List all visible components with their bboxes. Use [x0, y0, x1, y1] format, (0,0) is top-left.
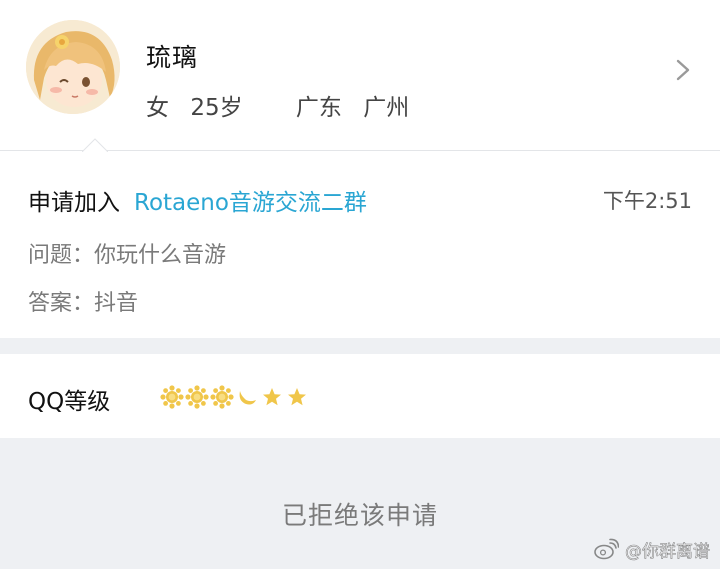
applicant-profile-card[interactable]: 琉璃 女 25岁 广东 广州	[0, 0, 720, 150]
sun-icon	[210, 385, 234, 409]
request-line: 申请加入 Rotaeno音游交流二群	[28, 183, 367, 217]
applicant-gender: 女	[146, 95, 169, 121]
speech-pointer	[82, 138, 108, 152]
star-icon	[285, 385, 309, 409]
request-answer: 答案：抖音	[28, 291, 139, 316]
applicant-nickname: 琉璃	[146, 43, 199, 72]
star-icon	[260, 385, 284, 409]
applicant-age: 25岁	[190, 95, 243, 121]
watermark-text: @你群离谱	[625, 541, 711, 562]
chevron-right-icon[interactable]	[672, 56, 694, 84]
group-name-link[interactable]: Rotaeno音游交流二群	[134, 190, 367, 216]
request-time: 下午2:51	[602, 189, 692, 213]
qq-level-label: QQ等级	[28, 389, 111, 415]
weibo-watermark: @你群离谱	[593, 537, 711, 562]
sun-icon	[160, 385, 184, 409]
qq-level-row: QQ等级	[0, 354, 720, 438]
weibo-icon	[593, 538, 619, 560]
moon-icon	[235, 385, 259, 409]
join-request-card: 申请加入 Rotaeno音游交流二群 下午2:51 问题：你玩什么音游 答案：抖音	[0, 138, 720, 338]
request-status: 已拒绝该申请	[281, 501, 438, 530]
request-question: 问题：你玩什么音游	[28, 243, 227, 268]
applicant-meta: 女 25岁 广东 广州	[146, 88, 409, 122]
request-prefix: 申请加入	[28, 190, 120, 216]
avatar[interactable]	[26, 20, 120, 114]
sun-icon	[185, 385, 209, 409]
applicant-province: 广东	[295, 95, 342, 121]
qq-level-badges	[160, 384, 309, 410]
join-request-screen: 琉璃 女 25岁 广东 广州 申请加入 Rotaeno音游交流二群 下午2:51 …	[0, 0, 720, 569]
applicant-city: 广州	[363, 95, 410, 121]
